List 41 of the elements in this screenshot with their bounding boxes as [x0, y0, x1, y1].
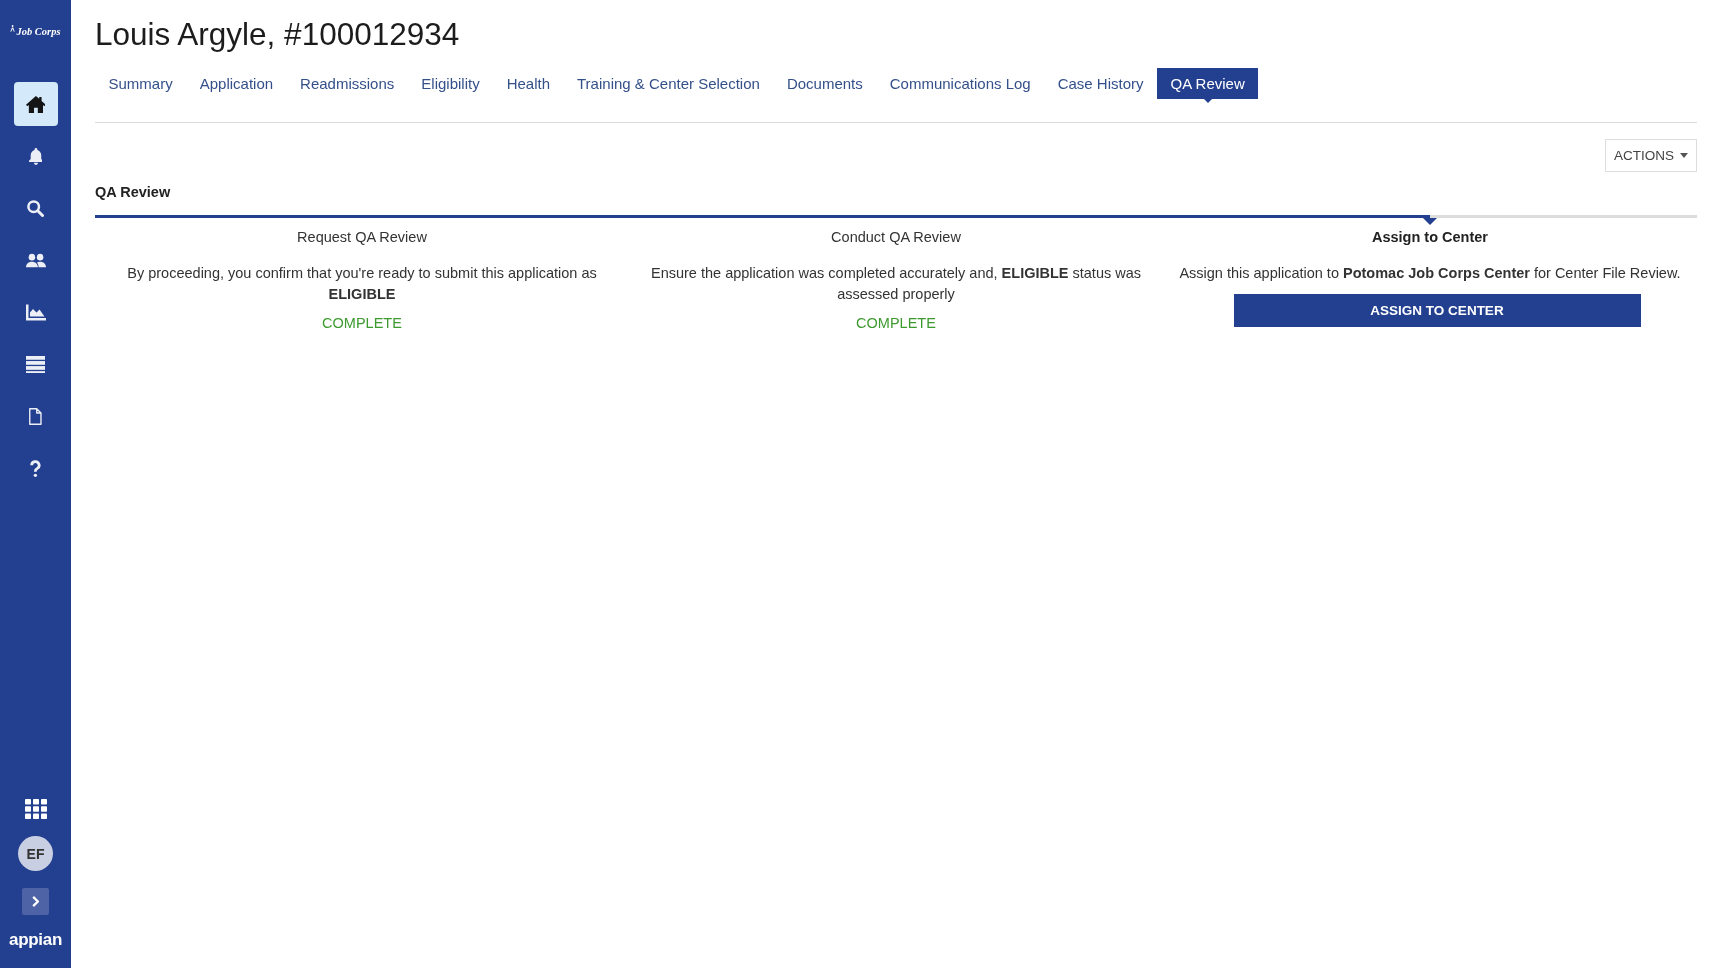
home-icon	[25, 95, 46, 113]
tab[interactable]: Eligibility	[407, 68, 494, 99]
expand-sidebar-button[interactable]	[22, 888, 49, 915]
app-grid-icon[interactable]	[24, 799, 47, 819]
actions-button[interactable]: ACTIONS	[1605, 139, 1697, 172]
step-title: Conduct QA Review	[831, 228, 961, 247]
caret-icon	[1680, 153, 1688, 158]
tab[interactable]: Case History	[1044, 68, 1158, 99]
step-pointer-icon	[1423, 218, 1437, 225]
step-status: COMPLETE	[856, 314, 936, 333]
nav-button[interactable]	[13, 82, 58, 126]
area-chart-icon	[25, 303, 46, 321]
bell-icon	[28, 147, 43, 165]
search-icon	[27, 199, 44, 217]
page-title: Louis Argyle, #100012934	[95, 15, 461, 54]
step-status: COMPLETE	[322, 314, 402, 333]
step-title: Request QA Review	[297, 228, 427, 247]
step-description: Assign this application to Potomac Job Corps Center for Center File Review.	[1179, 264, 1681, 283]
logo-figure-icon	[10, 25, 16, 32]
tab[interactable]: Documents	[773, 68, 877, 99]
tab[interactable]: Application	[186, 68, 287, 99]
tab[interactable]: Health	[493, 68, 564, 99]
assign-to-center-button[interactable]: ASSIGN TO CENTER	[1233, 294, 1641, 327]
logo-text: Job Corps	[16, 26, 61, 38]
tab[interactable]: Summary	[95, 68, 187, 99]
step-description: Ensure the application was completed accurately and, ELIGIBLE status was assessed properly	[650, 264, 1142, 304]
tab[interactable]: Communications Log	[876, 68, 1045, 99]
section-title: QA Review	[95, 183, 172, 202]
tab-pointer-icon	[1203, 99, 1212, 103]
tab[interactable]: QA Review	[1157, 68, 1259, 99]
people-icon	[25, 251, 46, 269]
stacked-bars-icon	[25, 355, 46, 373]
document-icon	[29, 407, 42, 425]
step-description: By proceeding, you confirm that you're ready to submit this application as ELIGIBLE	[126, 264, 598, 304]
question-mark-icon	[30, 459, 41, 477]
user-avatar[interactable]: EF	[18, 836, 53, 871]
brand-logo-text: appian	[9, 930, 62, 950]
step-title: Assign to Center	[1372, 228, 1488, 247]
chevron-right-icon	[32, 896, 39, 907]
tab[interactable]: Readmissions	[286, 68, 408, 99]
tab[interactable]: Training & Center Selection	[563, 68, 774, 99]
